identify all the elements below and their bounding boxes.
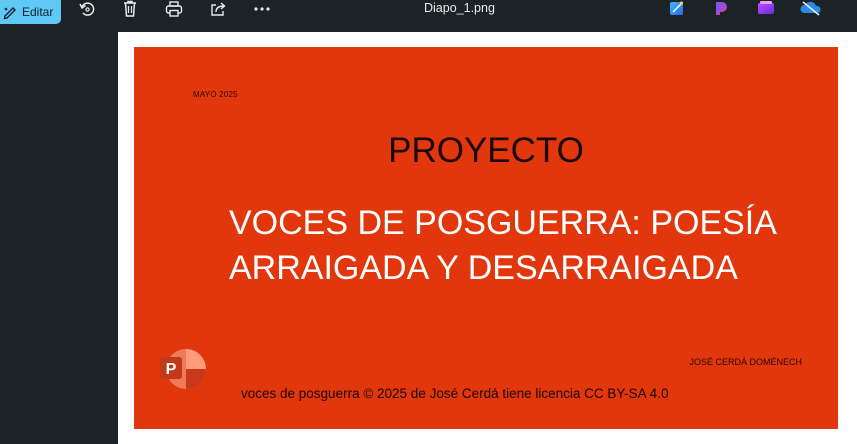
edit-button-label: Editar [22,5,54,19]
slide-heading: PROYECTO [134,131,838,171]
slide-heading-text: PROYECTO [388,131,584,170]
more-icon[interactable] [251,0,273,18]
slide-subtitle-line-2: ARRAIGADA Y DESARRAIGADA [229,249,738,287]
edit-button[interactable]: Editar [0,0,61,24]
photo-editor-app-icon[interactable] [669,0,687,16]
rotate-icon[interactable] [76,0,98,18]
powerpoint-logo-icon: P [156,347,210,391]
slide-subtitle-line-1: VOCES DE POSGUERRA: POESÍA [229,204,777,242]
svg-text:P: P [166,361,177,378]
slide-subtitle: VOCES DE POSGUERRA: POESÍA ARRAIGADA Y D… [229,201,789,291]
share-icon[interactable] [207,0,229,18]
slide-license-note: voces de posguerra © 2025 de José Cerdá … [241,386,669,401]
delete-icon[interactable] [119,0,141,18]
slide-author: JOSÉ CERDÁ DOMÉNECH [689,357,802,367]
app-icon[interactable] [757,0,775,16]
slide-image: MAYO 2025 PROYECTO VOCES DE POSGUERRA: P… [134,47,838,429]
file-name-title: Diapo_1.png [424,1,495,15]
clipchamp-app-icon[interactable] [713,0,731,16]
edit-pen-icon [2,4,18,20]
slide-date: MAYO 2025 [193,90,238,99]
viewer-toolbar: Editar Diapo_1.png [0,0,857,24]
print-icon[interactable] [163,0,185,18]
onedrive-sync-icon[interactable] [800,0,822,16]
